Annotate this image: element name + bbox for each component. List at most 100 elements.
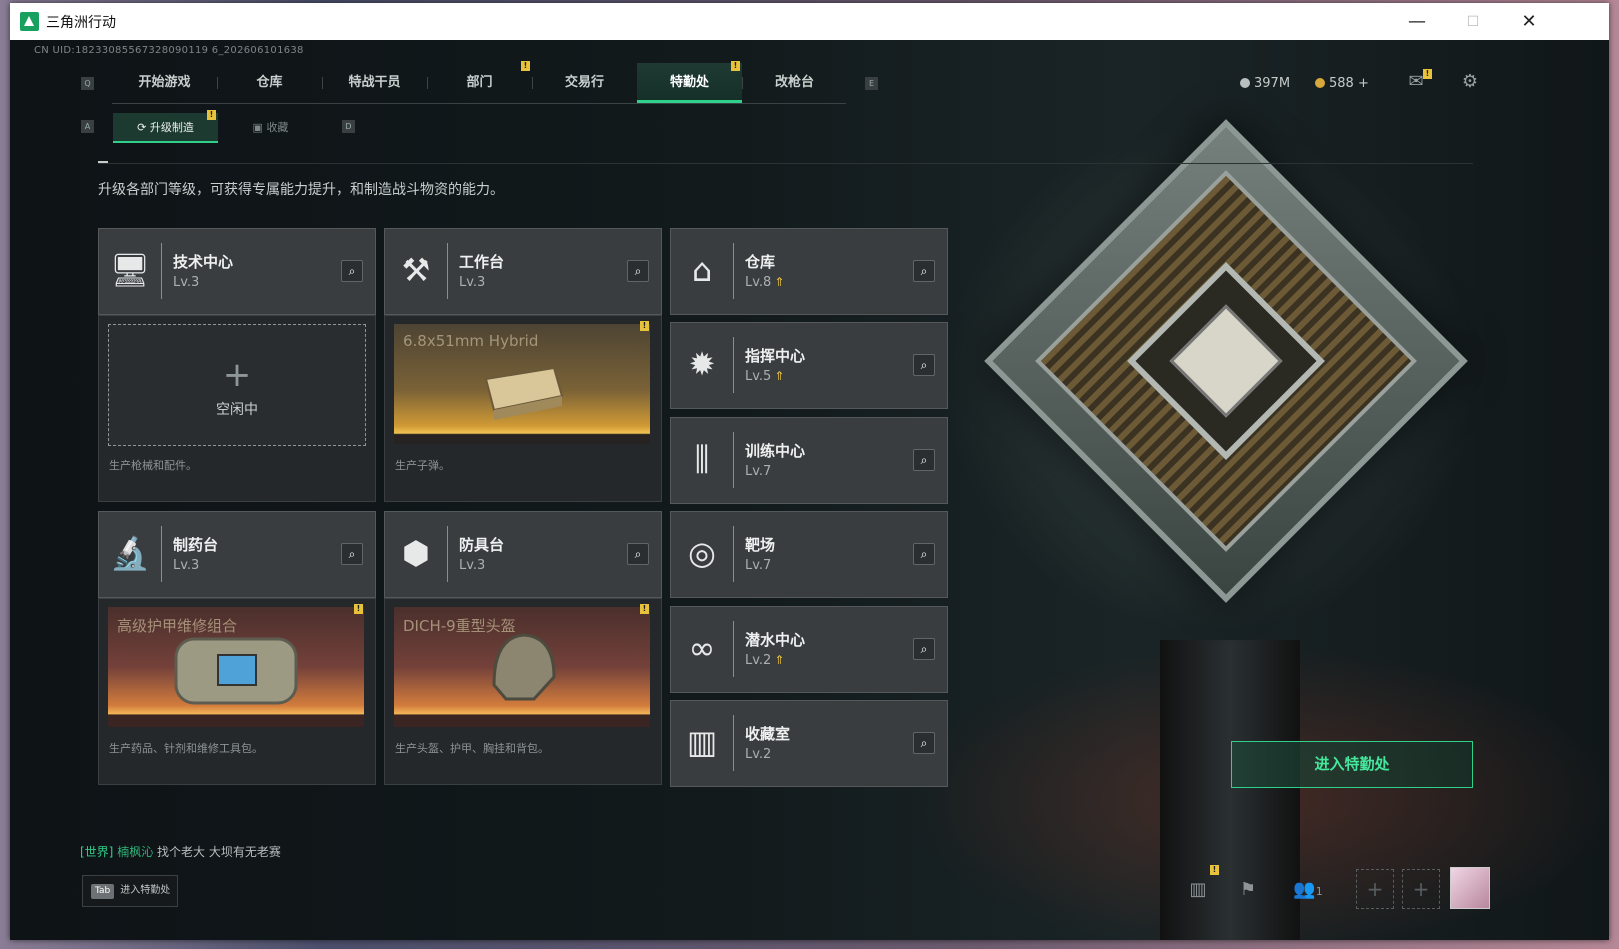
inspect-search-icon[interactable]: ⌕ [913, 732, 935, 754]
sub-tabs: ⟳ 升级制造 ▣ 收藏 [113, 113, 323, 143]
dept-card-warehouse[interactable]: ⌂ 仓库 Lv.8 ⇑ ⌕ [670, 228, 948, 315]
dept-name: 收藏室 [745, 725, 791, 743]
app-logo-icon [20, 12, 39, 31]
gold-coin-icon [1315, 78, 1325, 88]
idle-label: 空闲中 [216, 402, 258, 418]
add-slot-button[interactable]: + [1402, 869, 1440, 909]
dept-level: Lv.8 ⇑ [745, 275, 785, 290]
product-alert-badge: ! [640, 321, 649, 331]
subtab-upgrade-craft[interactable]: ⟳ 升级制造 [113, 113, 218, 143]
tab-start-game[interactable]: 开始游戏 [112, 63, 217, 103]
tab-key: Tab [91, 884, 115, 899]
subtab-collection[interactable]: ▣ 收藏 [218, 113, 323, 143]
inspect-search-icon[interactable]: ⌕ [913, 354, 935, 376]
inspect-search-icon[interactable]: ⌕ [913, 449, 935, 471]
silver-coin-icon [1240, 78, 1250, 88]
cube-pillar [1160, 640, 1300, 940]
tab-hint-button[interactable]: Tab 进入特勤处 [82, 875, 178, 907]
product-alert-badge: ! [640, 604, 649, 614]
flag-icon[interactable]: ⚑ [1232, 873, 1264, 907]
slot-description: 生产枪械和配件。 [109, 459, 197, 472]
tab-trading[interactable]: 交易行 [532, 63, 637, 103]
product-preview[interactable]: 高级护甲维修组合 [108, 607, 364, 727]
stats-chart-icon[interactable]: ▥ [1182, 873, 1214, 907]
command-icon: ✹ [688, 345, 716, 383]
dept-level: Lv.3 [459, 275, 486, 290]
dept-card-diving-center[interactable]: ∞ 潜水中心 Lv.2 ⇑ ⌕ [670, 606, 948, 693]
close-button[interactable]: ✕ [1509, 9, 1549, 35]
vault-icon: ▥ [686, 723, 718, 761]
departments-alert-badge: ! [521, 61, 530, 71]
slot-description: 生产子弹。 [395, 459, 450, 472]
slot-description: 生产药品、针剂和维修工具包。 [109, 742, 263, 755]
tab-warehouse[interactable]: 仓库 [217, 63, 322, 103]
dept-name: 指挥中心 [745, 347, 806, 365]
minimize-button[interactable]: — [1397, 9, 1437, 35]
avatar[interactable] [1450, 867, 1490, 909]
nav-underline [112, 103, 846, 104]
chat-line[interactable]: [世界] 楠枫沁 找个老大 大坝有无老赛 [80, 843, 281, 860]
craft-slot-tech-center: + 空闲中 生产枪械和配件。 [98, 315, 376, 502]
cubes-icon: ⬢ [402, 534, 430, 572]
dept-card-pharmacy[interactable]: 🔬 制药台 Lv.3 ⌕ [98, 511, 376, 598]
maximize-button[interactable]: ☐ [1453, 9, 1493, 35]
dept-level: Lv.3 [173, 558, 200, 573]
upgrade-available-icon: ⇑ [774, 369, 785, 383]
dept-name: 潜水中心 [745, 631, 806, 649]
idle-slot-button[interactable]: + 空闲中 [108, 324, 366, 446]
friends-button[interactable]: 👥1 [1288, 873, 1328, 907]
chat-message: 找个老大 大坝有无老赛 [157, 845, 281, 859]
dept-name: 工作台 [459, 253, 505, 271]
dept-name: 制药台 [173, 536, 219, 554]
product-preview[interactable]: 6.8x51mm Hybrid [394, 324, 650, 444]
settings-gear-icon[interactable]: ⚙ [1454, 65, 1486, 99]
chat-channel: [世界] [80, 845, 114, 859]
section-divider [98, 163, 1473, 164]
warehouse-icon: ⌂ [691, 251, 713, 289]
dept-level: Lv.3 [459, 558, 486, 573]
subnav-key-right: D [342, 120, 355, 133]
dept-card-collection-room[interactable]: ▥ 收藏室 Lv.2 ⌕ [670, 700, 948, 787]
game-window: 三角洲行动 — ☐ ✕ CN UID:18233085567328090119 … [10, 3, 1609, 940]
dept-card-workbench[interactable]: ⚒ 工作台 Lv.3 ⌕ [384, 228, 662, 315]
dept-level: Lv.7 [745, 464, 772, 479]
special-ops-alert-badge: ! [731, 61, 740, 71]
dept-level: Lv.2 ⇑ [745, 653, 785, 668]
dept-card-tech-center[interactable]: 🖥 技术中心 Lv.3 ⌕ [98, 228, 376, 315]
inspect-search-icon[interactable]: ⌕ [913, 543, 935, 565]
slot-description: 生产头盔、护甲、胸挂和背包。 [395, 742, 549, 755]
inspect-search-icon[interactable]: ⌕ [341, 260, 363, 282]
microscope-icon: 🔬 [110, 534, 150, 572]
dept-name: 防具台 [459, 536, 505, 554]
craft-slot-workbench: 6.8x51mm Hybrid ! 生产子弹。 [384, 315, 662, 502]
craft-slot-armor-bench: DICH-9重型头盔 ! 生产头盔、护甲、胸挂和背包。 [384, 598, 662, 785]
inspect-search-icon[interactable]: ⌕ [913, 638, 935, 660]
mail-alert-badge: ! [1423, 69, 1432, 79]
dept-card-armor-bench[interactable]: ⬢ 防具台 Lv.3 ⌕ [384, 511, 662, 598]
ammo-box-icon [484, 366, 564, 420]
chat-user: 楠枫沁 [117, 845, 154, 859]
special-ops-cube-visual [984, 119, 1468, 603]
tab-gunsmith[interactable]: 改枪台 [742, 63, 847, 103]
craft-slot-pharmacy: 高级护甲维修组合 ! 生产药品、针剂和维修工具包。 [98, 598, 376, 785]
add-currency-button[interactable]: + [1358, 76, 1369, 91]
dept-card-training-center[interactable]: ⫼ 训练中心 Lv.7 ⌕ [670, 417, 948, 504]
inspect-search-icon[interactable]: ⌕ [913, 260, 935, 282]
tab-special-ops[interactable]: 特勤处 [637, 63, 742, 103]
gold-currency: 588 + [1315, 76, 1369, 91]
product-preview[interactable]: DICH-9重型头盔 [394, 607, 650, 727]
dept-card-shooting-range[interactable]: ◎ 靶场 Lv.7 ⌕ [670, 511, 948, 598]
dept-card-command-center[interactable]: ✹ 指挥中心 Lv.5 ⇑ ⌕ [670, 322, 948, 409]
enter-special-ops-button[interactable]: 进入特勤处 [1231, 741, 1473, 788]
dept-level: Lv.5 ⇑ [745, 369, 785, 384]
section-divider-accent [98, 161, 108, 163]
inspect-search-icon[interactable]: ⌕ [627, 543, 649, 565]
tab-departments[interactable]: 部门 [427, 63, 532, 103]
add-slot-button[interactable]: + [1356, 869, 1394, 909]
inspect-search-icon[interactable]: ⌕ [341, 543, 363, 565]
nav-key-left: Q [81, 77, 94, 90]
product-alert-badge: ! [354, 604, 363, 614]
stats-alert-badge: ! [1210, 865, 1219, 875]
inspect-search-icon[interactable]: ⌕ [627, 260, 649, 282]
tab-operators[interactable]: 特战干员 [322, 63, 427, 103]
